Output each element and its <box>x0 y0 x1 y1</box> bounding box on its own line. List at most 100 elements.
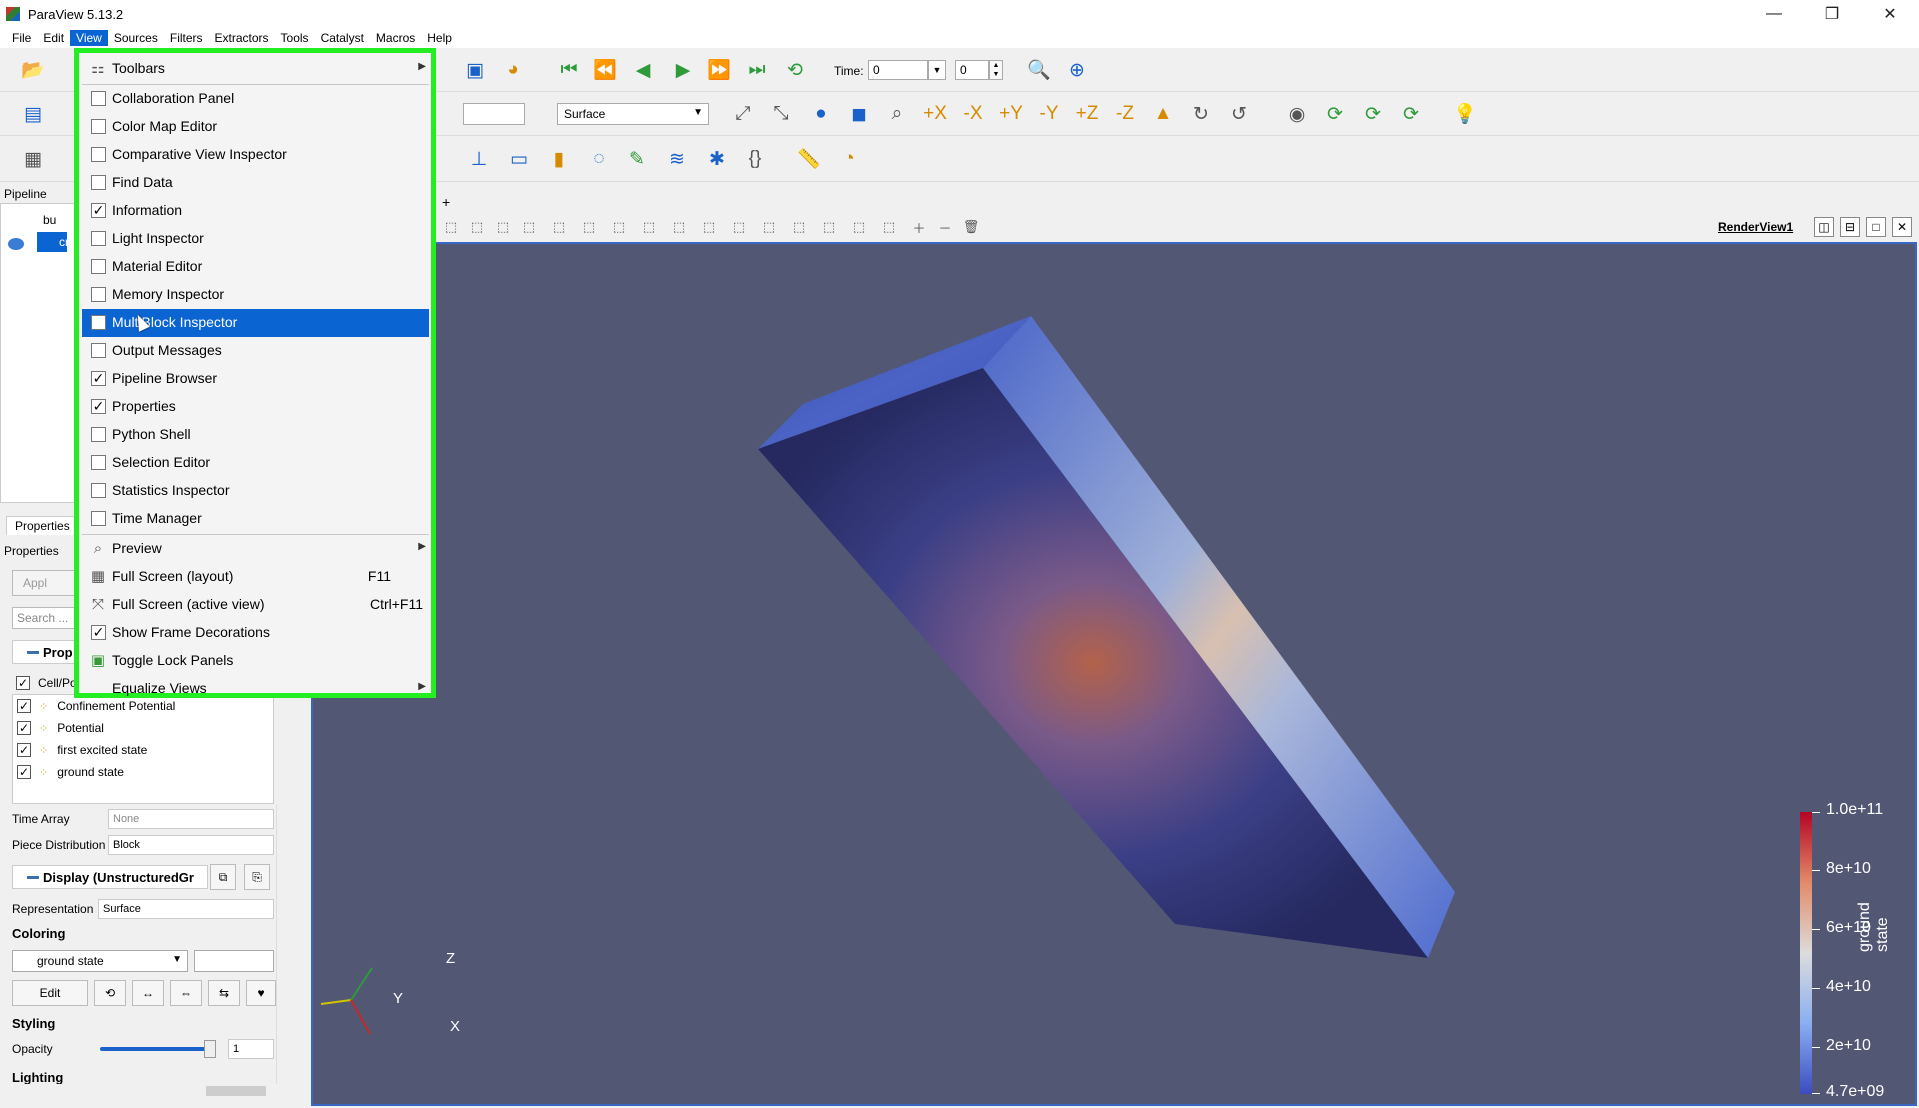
pick-center-icon[interactable]: ⟳ <box>1360 101 1386 127</box>
menu-sources[interactable]: Sources <box>108 30 164 46</box>
reset-camera-icon[interactable]: ⤢ <box>730 101 756 127</box>
time-dropdown-icon[interactable]: ▼ <box>928 60 946 80</box>
reverse-play-icon[interactable]: ◀ <box>630 57 656 83</box>
tab-properties[interactable]: Properties <box>6 516 79 535</box>
plot-data-icon[interactable]: ▭ <box>506 146 532 172</box>
component-combo[interactable] <box>194 950 274 972</box>
split-horizontal-icon[interactable]: ◫ <box>1814 217 1834 237</box>
visibility-eye-icon[interactable] <box>8 238 24 250</box>
coloring-combo[interactable]: ground state ▼ <box>12 950 188 972</box>
view-menu-statistics-inspector[interactable]: Statistics Inspector <box>82 477 429 505</box>
color-map-editor-icon[interactable]: ▤ <box>20 101 46 127</box>
opacity-input[interactable]: 1 <box>228 1039 274 1059</box>
view-menu-material-editor[interactable]: Material Editor <box>82 253 429 281</box>
opacity-slider[interactable] <box>100 1047 212 1051</box>
tooltip-points-icon[interactable]: ⬚ <box>876 214 902 240</box>
add-view-tab-button[interactable]: + <box>442 194 450 210</box>
reset-center-icon[interactable]: ⟳ <box>1322 101 1348 127</box>
loop-icon[interactable]: ⟲ <box>782 57 808 83</box>
select-all-checkbox[interactable]: ✓ <box>16 676 30 690</box>
properties-horizontal-scrollbar[interactable] <box>12 1084 274 1098</box>
interaction-mode-icon[interactable]: ⟳ <box>1398 101 1424 127</box>
pipeline-item-selected[interactable]: cr <box>37 232 69 252</box>
view-menu-properties[interactable]: ✓ Properties <box>82 393 429 421</box>
view-menu-pipeline-browser[interactable]: ✓ Pipeline Browser <box>82 365 429 393</box>
choose-preset-icon[interactable]: ♥ <box>246 980 276 1006</box>
piece-distribution-field[interactable]: Block <box>108 835 274 855</box>
play-icon[interactable]: ▶ <box>670 57 696 83</box>
first-frame-icon[interactable]: ⏮ <box>556 57 582 83</box>
view-menu-selection-editor[interactable]: Selection Editor <box>82 449 429 477</box>
menu-file[interactable]: File <box>6 30 37 46</box>
rotate-minus-90-icon[interactable]: ↺ <box>1226 101 1252 127</box>
histogram-icon[interactable]: ▮ <box>546 146 572 172</box>
timestep-input[interactable]: 0 <box>955 60 989 80</box>
array-checkbox[interactable]: ✓ <box>17 721 31 735</box>
zoom-to-data-icon[interactable]: 🔍 <box>1026 57 1052 83</box>
menu-tools[interactable]: Tools <box>275 30 315 46</box>
split-vertical-icon[interactable]: ⊟ <box>1840 217 1860 237</box>
restore-button[interactable]: ❐ <box>1803 0 1861 28</box>
time-input[interactable]: 0 <box>868 60 928 80</box>
view-minus-z-icon[interactable]: -Z <box>1112 101 1138 127</box>
rotate-plus-90-icon[interactable]: ↻ <box>1188 101 1214 127</box>
view-minus-y-icon[interactable]: -Y <box>1036 101 1062 127</box>
view-menu-python-shell[interactable]: Python Shell <box>82 421 429 449</box>
rescale-custom-icon[interactable]: ↔ <box>132 980 164 1006</box>
plot-selection-icon[interactable]: ⬚ <box>726 214 752 240</box>
python-calc-icon[interactable]: ≋ <box>664 146 690 172</box>
reset-camera-closest-icon[interactable]: ⤡ <box>768 101 794 127</box>
grow-selection-icon[interactable]: ⬚ <box>606 214 632 240</box>
add-selection-icon[interactable]: ＋ <box>906 214 932 240</box>
render-view-canvas[interactable] <box>311 242 1917 1106</box>
previous-frame-icon[interactable]: ⏪ <box>592 57 618 83</box>
opacity-slider-handle[interactable] <box>204 1040 216 1058</box>
interactive-select-icon[interactable]: ⬚ <box>546 214 572 240</box>
braces-icon[interactable]: {} <box>742 146 768 172</box>
zoom-to-data-sphere-icon[interactable]: ● <box>808 101 834 127</box>
ruler-icon[interactable]: 📏 <box>796 146 822 172</box>
view-menu-color-map-editor[interactable]: Color Map Editor <box>82 113 429 141</box>
paste-properties-icon[interactable]: ⎘ <box>244 864 270 890</box>
time-array-field[interactable]: None <box>108 809 274 829</box>
next-frame-icon[interactable]: ⏩ <box>706 57 732 83</box>
isometric-view-icon[interactable]: ▲ <box>1150 101 1176 127</box>
subtract-selection-icon[interactable]: － <box>932 214 958 240</box>
menu-filters[interactable]: Filters <box>164 30 209 46</box>
minimize-button[interactable]: — <box>1745 0 1803 28</box>
protractor-icon[interactable]: ◔ <box>836 146 862 172</box>
menu-catalyst[interactable]: Catalyst <box>315 30 370 46</box>
pipeline-item-source[interactable]: bu <box>43 210 56 230</box>
add-camera-icon[interactable]: ⊕ <box>1064 57 1090 83</box>
snowflake-icon[interactable]: ✱ <box>704 146 730 172</box>
select-polygon-icon[interactable]: ⬚ <box>666 214 692 240</box>
view-menu-time-manager[interactable]: Time Manager <box>82 505 429 533</box>
view-menu-collaboration-panel[interactable]: Collaboration Panel <box>82 85 429 113</box>
calculator-icon[interactable]: ▦ <box>20 146 46 172</box>
view-menu-full-screen-layout[interactable]: ▦ Full Screen (layout) F11 <box>82 563 429 591</box>
tooltip-icon[interactable]: ⬚ <box>846 214 872 240</box>
render-view-title[interactable]: RenderView1 <box>1718 220 1793 234</box>
view-plus-x-icon[interactable]: +X <box>922 101 948 127</box>
point-labels-icon[interactable]: ⬚ <box>816 214 842 240</box>
save-screenshot-icon[interactable]: ▣ <box>462 57 488 83</box>
list-item[interactable]: ✓ ⁘ ground state <box>17 761 124 783</box>
view-menu-information[interactable]: ✓ Information <box>82 197 429 225</box>
hover-points-icon[interactable]: ⬚ <box>576 214 602 240</box>
plot-selection-icon[interactable]: ◌ <box>586 146 612 172</box>
color-legend-bar[interactable] <box>1800 812 1812 1094</box>
view-menu-comparative-view-inspector[interactable]: Comparative View Inspector <box>82 141 429 169</box>
view-menu-memory-inspector[interactable]: Memory Inspector <box>82 281 429 309</box>
view-menu-find-data[interactable]: Find Data <box>82 169 429 197</box>
cell-labels-icon[interactable]: ⬚ <box>786 214 812 240</box>
zoom-closest-icon[interactable]: ⌕ <box>884 101 910 127</box>
select-ids-icon[interactable]: ⬚ <box>756 214 782 240</box>
list-item[interactable]: ✓ ⁘ first excited state <box>17 739 147 761</box>
array-checkbox[interactable]: ✓ <box>17 765 31 779</box>
last-frame-icon[interactable]: ⏭ <box>744 57 770 83</box>
select-cells-icon[interactable]: ⬚ <box>438 214 464 240</box>
properties-search-input[interactable]: Search ... <box>12 607 80 629</box>
close-button[interactable]: ✕ <box>1861 0 1919 28</box>
maximize-view-icon[interactable]: □ <box>1866 217 1886 237</box>
view-menu-full-screen-active-view[interactable]: ⤧ Full Screen (active view) Ctrl+F11 <box>82 591 429 619</box>
